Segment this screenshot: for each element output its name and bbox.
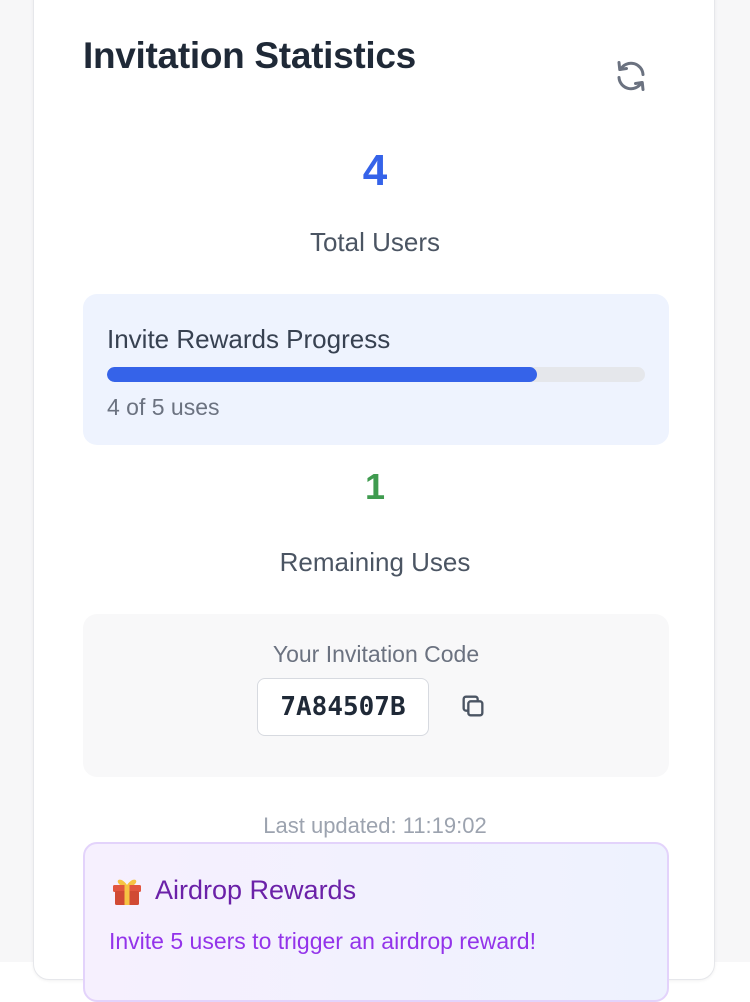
refresh-button[interactable] (609, 54, 653, 98)
last-updated-text: Last updated: 11:19:02 (263, 813, 487, 838)
progress-title: Invite Rewards Progress (107, 324, 391, 354)
airdrop-title: Airdrop Rewards (155, 874, 357, 905)
card-title: Invitation Statistics (83, 35, 416, 76)
refresh-icon (617, 61, 645, 91)
remaining-uses-label: Remaining Uses (279, 547, 471, 577)
invitation-stats-card: Invitation Statistics 4 Total Users Invi… (33, 0, 715, 1002)
invite-rewards-progress-panel: Invite Rewards Progress 4 of 5 uses (83, 294, 669, 445)
gift-icon (113, 879, 141, 905)
invitation-code-panel: Your Invitation Code 7A84507B (83, 614, 669, 777)
progress-summary: 4 of 5 uses (107, 394, 220, 420)
invitation-code-title: Your Invitation Code (272, 641, 480, 667)
progress-bar (107, 367, 645, 382)
copy-code-button[interactable] (455, 688, 491, 724)
airdrop-title-row: Airdrop Rewards (109, 872, 356, 908)
remaining-uses-value: 1 (364, 466, 386, 507)
total-users-value: 4 (362, 146, 388, 195)
airdrop-rewards-panel: Airdrop Rewards Invite 5 users to trigge… (83, 842, 669, 1002)
invitation-code-value[interactable]: 7A84507B (257, 678, 429, 736)
airdrop-description: Invite 5 users to trigger an airdrop rew… (109, 928, 536, 954)
total-users-label: Total Users (309, 227, 441, 257)
copy-icon (462, 695, 484, 717)
progress-bar-fill (107, 367, 538, 382)
